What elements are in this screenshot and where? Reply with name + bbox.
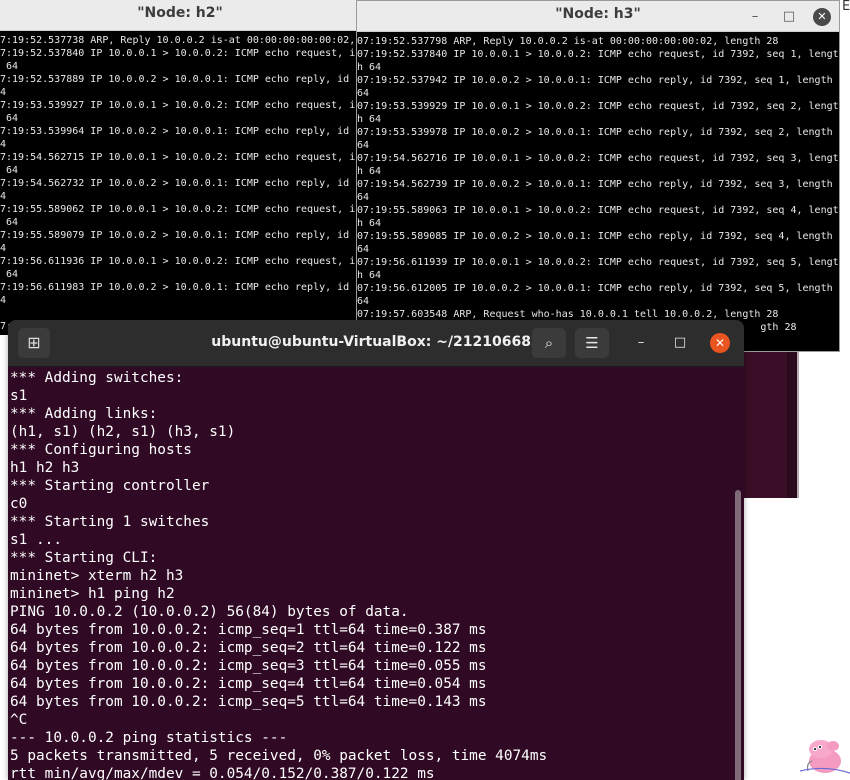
window-title: "Node: h3"	[555, 6, 641, 22]
output-line: 4	[0, 139, 7, 150]
output-line: 07:19:56.611939 IP 10.0.0.1 > 10.0.0.2: …	[357, 257, 839, 268]
search-icon[interactable]: ⌕	[532, 328, 566, 358]
terminal-window[interactable]: ⊞ ubuntu@ubuntu-VirtualBox: ~/212106683 …	[8, 320, 744, 780]
output-line: 7:19:54.562732 IP 10.0.0.2 > 10.0.0.1: I…	[0, 178, 350, 189]
terminal-output[interactable]: *** Adding switches: s1 *** Adding links: (…	[8, 367, 744, 780]
output-line: h 64	[357, 270, 382, 281]
terminal-line: *** Configuring hosts	[10, 442, 192, 458]
xterm-titlebar[interactable]: "Node: h2"	[0, 0, 370, 31]
terminal-line: ^C	[10, 712, 28, 728]
terminal-line: rtt min/avg/max/mdev = 0.054/0.152/0.387…	[10, 766, 435, 780]
terminal-line: mininet> h1 ping h2	[10, 586, 175, 602]
terminal-line: *** Adding links:	[10, 406, 158, 422]
output-line: 7:19:55.589062 IP 10.0.0.1 > 10.0.0.2: I…	[0, 204, 356, 215]
output-line: 7:19:52.537840 IP 10.0.0.1 > 10.0.0.2: I…	[0, 48, 356, 59]
output-line: 4	[0, 295, 7, 306]
background-window-panel	[740, 352, 787, 498]
output-line: 07:19:55.589063 IP 10.0.0.1 > 10.0.0.2: …	[357, 205, 839, 216]
output-line: 64	[0, 61, 19, 72]
output-line: 64	[0, 113, 19, 124]
output-line: 64	[0, 269, 19, 280]
scrollbar[interactable]	[735, 490, 741, 780]
output-line: 7:19:52.537738 ARP, Reply 10.0.0.2 is-at…	[0, 35, 356, 46]
terminal-line: 64 bytes from 10.0.0.2: icmp_seq=3 ttl=6…	[10, 658, 487, 674]
output-line: 64	[0, 217, 19, 228]
output-line: h 64	[357, 218, 382, 229]
terminal-line: mininet> xterm h2 h3	[10, 568, 184, 584]
xterm-window-h3[interactable]: "Node: h3" – □ ✕ 07:19:52.537798 ARP, Re…	[356, 0, 840, 352]
terminal-line: 64 bytes from 10.0.0.2: icmp_seq=4 ttl=6…	[10, 676, 487, 692]
maximize-button[interactable]: □	[671, 334, 689, 352]
output-line: 4	[0, 243, 7, 254]
maximize-button[interactable]: □	[781, 9, 797, 25]
output-line: 7:19:56.611983 IP 10.0.0.2 > 10.0.0.1: I…	[0, 282, 350, 293]
terminal-line: 5 packets transmitted, 5 received, 0% pa…	[10, 748, 548, 764]
output-line: 64	[357, 296, 370, 307]
xterm-window-h2[interactable]: "Node: h2" 7:19:52.537738 ARP, Reply 10.…	[0, 0, 370, 335]
xterm-titlebar[interactable]: "Node: h3" – □ ✕	[357, 1, 839, 32]
terminal-line: (h1, s1) (h2, s1) (h3, s1)	[10, 424, 236, 440]
terminal-line: h1 h2 h3	[10, 460, 80, 476]
close-button[interactable]: ✕	[710, 333, 730, 353]
terminal-line: *** Adding switches:	[10, 370, 184, 386]
output-line: 07:19:54.562739 IP 10.0.0.2 > 10.0.0.1: …	[357, 179, 833, 190]
background-window-text: E	[842, 0, 850, 14]
output-line: 64	[357, 192, 370, 203]
output-line: 64	[0, 165, 19, 176]
output-line: 7:19:54.562715 IP 10.0.0.1 > 10.0.0.2: I…	[0, 152, 356, 163]
output-line: h 64	[357, 114, 382, 125]
output-line: 64	[357, 88, 370, 99]
terminal-line: *** Starting 1 switches	[10, 514, 210, 530]
terminal-headerbar[interactable]: ⊞ ubuntu@ubuntu-VirtualBox: ~/212106683 …	[8, 320, 744, 367]
minimize-button[interactable]: –	[747, 9, 763, 25]
terminal-line: s1 ...	[10, 532, 62, 548]
terminal-line: *** Starting CLI:	[10, 550, 158, 566]
output-line: 07:19:52.537942 IP 10.0.0.2 > 10.0.0.1: …	[357, 75, 833, 86]
output-line: 07:19:56.612005 IP 10.0.0.2 > 10.0.0.1: …	[357, 283, 833, 294]
output-line: h 64	[357, 166, 382, 177]
xterm-output[interactable]: 07:19:52.537798 ARP, Reply 10.0.0.2 is-a…	[357, 33, 839, 351]
output-line: 7:19:56.611936 IP 10.0.0.1 > 10.0.0.2: I…	[0, 256, 356, 267]
output-line: 4	[0, 87, 7, 98]
output-line: 07:19:52.537798 ARP, Reply 10.0.0.2 is-a…	[357, 36, 779, 47]
output-line: 07:19:54.562716 IP 10.0.0.1 > 10.0.0.2: …	[357, 153, 839, 164]
hamburger-menu-icon[interactable]: ☰	[575, 328, 609, 358]
terminal-line: *** Starting controller	[10, 478, 210, 494]
terminal-line: --- 10.0.0.2 ping statistics ---	[10, 730, 288, 746]
terminal-line: 64 bytes from 10.0.0.2: icmp_seq=2 ttl=6…	[10, 640, 487, 656]
output-line: 07:19:53.539978 IP 10.0.0.2 > 10.0.0.1: …	[357, 127, 833, 138]
minimize-button[interactable]: –	[632, 334, 650, 352]
output-line: 7:19:53.539927 IP 10.0.0.1 > 10.0.0.2: I…	[0, 100, 356, 111]
terminal-line: 64 bytes from 10.0.0.2: icmp_seq=1 ttl=6…	[10, 622, 487, 638]
terminal-line: PING 10.0.0.2 (10.0.0.2) 56(84) bytes of…	[10, 604, 409, 620]
window-title: "Node: h2"	[137, 5, 223, 21]
xterm-output[interactable]: 7:19:52.537738 ARP, Reply 10.0.0.2 is-at…	[0, 32, 370, 335]
terminal-line: 64 bytes from 10.0.0.2: icmp_seq=5 ttl=6…	[10, 694, 487, 710]
output-line: 64	[357, 140, 370, 151]
output-line: 64	[357, 244, 370, 255]
output-line: h 64	[357, 62, 382, 73]
output-line: 07:19:53.539929 IP 10.0.0.1 > 10.0.0.2: …	[357, 101, 839, 112]
terminal-line: c0	[10, 496, 28, 512]
output-line: 07:19:55.589085 IP 10.0.0.2 > 10.0.0.1: …	[357, 231, 833, 242]
terminal-line: s1	[10, 388, 28, 404]
output-line: 7:19:55.589079 IP 10.0.0.2 > 10.0.0.1: I…	[0, 230, 350, 241]
new-tab-icon[interactable]: ⊞	[18, 328, 50, 358]
peppa-pig-icon	[800, 740, 850, 774]
output-line: 7:19:53.539964 IP 10.0.0.2 > 10.0.0.1: I…	[0, 126, 350, 137]
output-line: 7:19:52.537889 IP 10.0.0.2 > 10.0.0.1: I…	[0, 74, 350, 85]
output-line: 07:19:52.537840 IP 10.0.0.1 > 10.0.0.2: …	[357, 49, 839, 60]
output-line: 4	[0, 191, 7, 202]
window-title: ubuntu@ubuntu-VirtualBox: ~/212106683	[211, 334, 541, 350]
close-button[interactable]: ✕	[813, 8, 831, 26]
